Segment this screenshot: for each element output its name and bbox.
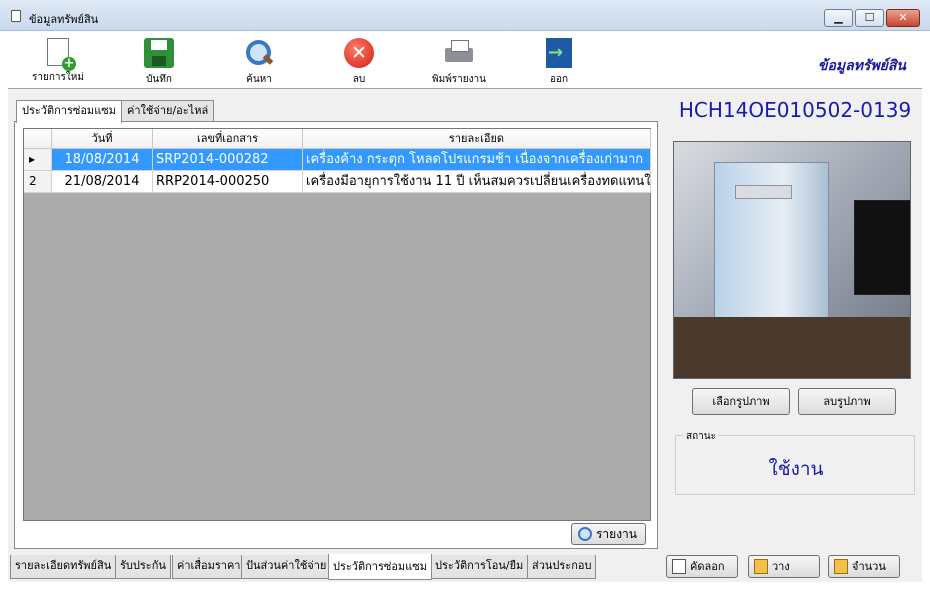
count-label: จำนวน bbox=[852, 560, 886, 573]
tab-expenses-parts[interactable]: ค่าใช้จ่าย/อะไหล่ bbox=[121, 100, 215, 122]
row-header-current[interactable]: ▸ bbox=[24, 149, 52, 171]
tab-repair-history[interactable]: ประวัติการซ่อมแซม bbox=[16, 100, 122, 123]
magnifier-icon bbox=[244, 38, 274, 68]
exit-label: ออก bbox=[549, 74, 569, 85]
column-header-doc-no[interactable]: เลขที่เอกสาร bbox=[153, 129, 303, 149]
copy-label: คัดลอก bbox=[690, 560, 725, 573]
photo-desk bbox=[674, 317, 910, 378]
search-button[interactable]: ค้นหา bbox=[219, 36, 299, 86]
report-magnifier-icon bbox=[578, 527, 592, 541]
new-document-icon bbox=[47, 38, 76, 71]
save-button[interactable]: บันทึก bbox=[119, 36, 199, 86]
delete-label: ลบ bbox=[352, 74, 366, 85]
close-button[interactable]: ✕ bbox=[886, 9, 920, 27]
cell-date[interactable]: 21/08/2014 bbox=[52, 171, 153, 193]
exit-door-icon bbox=[546, 38, 572, 68]
floppy-disk-icon bbox=[144, 38, 174, 68]
report-button[interactable]: รายงาน bbox=[571, 523, 646, 545]
paste-label: วาง bbox=[772, 560, 790, 573]
print-report-button[interactable]: พิมพ์รายงาน bbox=[419, 36, 499, 86]
tab-components[interactable]: ส่วนประกอบ bbox=[527, 555, 597, 579]
delete-x-icon: ✕ bbox=[344, 38, 374, 68]
tab-transfer-history[interactable]: ประวัติการโอน/ยืม bbox=[430, 555, 529, 579]
table-row[interactable]: ▸ 18/08/2014 SRP2014-000282 เครื่องค้าง … bbox=[24, 149, 651, 171]
column-header-date[interactable]: วันที่ bbox=[52, 129, 153, 149]
window-title: ข้อมูลทรัพย์สิน bbox=[29, 13, 99, 26]
tab-asset-details[interactable]: รายละเอียดทรัพย์สิน bbox=[10, 555, 117, 579]
clipboard-count-icon bbox=[834, 559, 848, 574]
main-area: ประวัติการซ่อมแซม ค่าใช้จ่าย/อะไหล่ วันท… bbox=[8, 89, 922, 582]
cell-date[interactable]: 18/08/2014 bbox=[52, 149, 153, 171]
title-bar: ข้อมูลทรัพย์สิน ▁ ☐ ✕ bbox=[0, 0, 930, 31]
tab-repair-history-bottom[interactable]: ประวัติการซ่อมแซม bbox=[328, 554, 432, 580]
tab-cost-allocation[interactable]: ปันส่วนค่าใช้จ่าย bbox=[241, 555, 332, 579]
table-row[interactable]: 2 21/08/2014 RRP2014-000250 เครื่องมีอาย… bbox=[24, 171, 651, 193]
cell-doc-no[interactable]: SRP2014-000282 bbox=[153, 149, 303, 171]
cell-doc-no[interactable]: RRP2014-000250 bbox=[153, 171, 303, 193]
report-button-label: รายงาน bbox=[595, 527, 637, 541]
new-record-button[interactable]: รายการใหม่ bbox=[18, 36, 98, 86]
delete-button[interactable]: ✕ ลบ bbox=[319, 36, 399, 86]
repair-history-grid: วันที่ เลขที่เอกสาร รายละเอียด ▸ 18/08/2… bbox=[23, 128, 651, 521]
printer-icon bbox=[443, 38, 475, 68]
asset-photo bbox=[673, 141, 911, 379]
exit-button[interactable]: ออก bbox=[519, 36, 599, 86]
cell-detail[interactable]: เครื่องค้าง กระตุก โหลดโปรแกรมช้า เนื่อง… bbox=[303, 149, 651, 171]
repair-history-panel: วันที่ เลขที่เอกสาร รายละเอียด ▸ 18/08/2… bbox=[14, 121, 658, 549]
window-document-icon bbox=[11, 10, 21, 22]
delete-image-button[interactable]: ลบรูปภาพ bbox=[798, 388, 896, 415]
tab-warranty[interactable]: รับประกัน bbox=[115, 555, 171, 579]
count-button[interactable]: จำนวน bbox=[828, 555, 900, 578]
copy-button[interactable]: คัดลอก bbox=[666, 555, 738, 578]
new-record-label: รายการใหม่ bbox=[32, 72, 84, 83]
row-header[interactable]: 2 bbox=[24, 171, 52, 193]
paste-button[interactable]: วาง bbox=[748, 555, 820, 578]
status-value: ใช้งาน bbox=[768, 458, 824, 480]
clipboard-icon bbox=[754, 559, 768, 574]
tab-depreciation[interactable]: ค่าเสื่อมราคา bbox=[172, 555, 246, 579]
save-label: บันทึก bbox=[146, 74, 172, 85]
asset-code: HCH14OE010502-0139 bbox=[678, 98, 912, 122]
minimize-button[interactable]: ▁ bbox=[824, 9, 853, 27]
toolbar: รายการใหม่ บันทึก ค้นหา ✕ ลบ พิมพ์รายงาน… bbox=[8, 31, 922, 89]
app-title: ข้อมูลทรัพย์สิน bbox=[817, 58, 906, 74]
status-group: สถานะ ใช้งาน bbox=[675, 429, 915, 495]
grid-corner-cell bbox=[24, 129, 52, 149]
grid-header: วันที่ เลขที่เอกสาร รายละเอียด bbox=[24, 129, 651, 149]
maximize-button[interactable]: ☐ bbox=[855, 9, 884, 27]
print-report-label: พิมพ์รายงาน bbox=[432, 74, 486, 85]
status-label: สถานะ bbox=[684, 429, 718, 444]
select-image-button[interactable]: เลือกรูปภาพ bbox=[692, 388, 790, 415]
cell-detail[interactable]: เครื่องมีอายุการใช้งาน 11 ปี เห็นสมควรเป… bbox=[303, 171, 651, 193]
copy-icon bbox=[672, 559, 686, 574]
search-label: ค้นหา bbox=[246, 74, 272, 85]
column-header-detail[interactable]: รายละเอียด bbox=[303, 129, 651, 149]
photo-monitor bbox=[854, 200, 910, 295]
